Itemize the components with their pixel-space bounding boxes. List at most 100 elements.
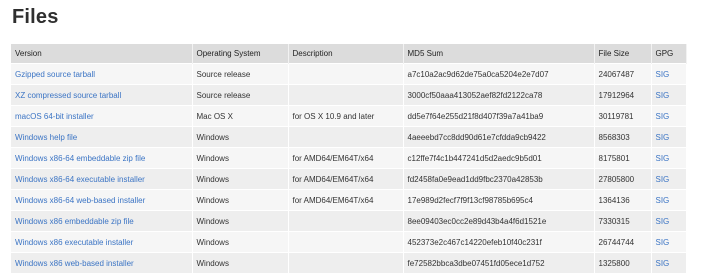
gpg-signature-link[interactable]: SIG [656,91,670,100]
gpg-signature-link[interactable]: SIG [656,133,670,142]
operating-system-cell: Windows [196,216,229,226]
operating-system-cell: Source release [196,69,251,79]
file-size-cell: 7330315 [598,216,630,226]
description-cell: for OS X 10.9 and later [292,111,375,121]
header-operating-system: Operating System [192,44,289,64]
header-gpg: GPG [651,44,687,64]
gpg-signature-link[interactable]: SIG [656,217,670,226]
file-cell: macOS 64-bit installer [11,105,193,127]
gpg-signature-link[interactable]: SIG [656,238,670,247]
file-cell: Windows help file [11,126,193,148]
gpg-signature-cell: SIG [651,189,687,211]
file-size-cell: 30119781 [598,111,634,121]
md5-sum-cell: fd2458fa0e9ead1dd9fbc2370a42853b [407,174,543,184]
md5-sum-cell: a7c10a2ac9d62de75a0ca5204e2e7d07 [407,69,549,79]
md5-sum-cell: 3000cf50aaa413052aef82fd2122ca78 [403,84,595,106]
operating-system-cell: Windows [192,168,289,190]
description-cell [288,210,404,232]
gpg-signature-link[interactable]: SIG [656,175,670,184]
md5-sum-cell: fe72582bbca3dbe07451fd05ece1d752 [407,258,545,268]
table-row: Windows x86 web-based installer Windows fe… [11,252,687,273]
gpg-signature-cell: SIG [651,105,687,127]
gpg-signature-cell: SIG [651,63,687,85]
file-size-cell: 1325800 [594,252,652,273]
file-cell: Gzipped source tarball [11,63,193,85]
file-cell: Windows x86-64 executable installer [11,168,193,190]
header-version: Version [11,44,193,64]
gpg-signature-cell: SIG [651,231,687,253]
file-size-cell: 27805800 [594,168,652,190]
table-row: Gzipped source tarball Source release a7c1… [11,63,687,85]
table-row: Windows x86-64 executable installer Windo… [11,168,687,190]
md5-sum-cell: c12ffe7f4c1b447241d5d2aedc9b5d01 [407,153,542,163]
file-size-cell: 8568303 [594,126,652,148]
md5-sum-cell: fd2458fa0e9ead1dd9fbc2370a42853b [403,168,595,190]
file-size-cell: 7330315 [594,210,652,232]
description-cell: for AMD64/EM64T/x64 [292,174,374,184]
description-cell [288,231,404,253]
md5-sum-cell: 452373e2c467c14220efeb10f40c231f [403,231,595,253]
gpg-signature-link[interactable]: SIG [656,259,670,268]
description-cell [288,252,404,273]
file-link[interactable]: macOS 64-bit installer [15,112,94,121]
table-row: Windows x86-64 web-based installer Window… [11,189,687,211]
file-size-cell: 1364136 [594,189,652,211]
file-size-cell: 30119781 [594,105,652,127]
file-link[interactable]: Windows help file [15,133,77,142]
gpg-signature-link[interactable]: SIG [656,154,670,163]
file-size-cell: 8568303 [598,132,630,142]
file-size-cell: 24067487 [598,69,635,79]
table-row: Windows x86-64 embeddable zip file Window… [11,147,687,169]
md5-sum-cell: 17e989d2fecf7f9f13cf98785b695c4 [407,195,533,205]
header-md5-sum: MD5 Sum [403,44,595,64]
operating-system-cell: Source release [196,90,251,100]
file-size-cell: 26744744 [598,237,635,247]
table-row: Windows x86 embeddable zip file Windows 8e… [11,210,687,232]
operating-system-cell: Windows [192,126,289,148]
header-row: Version Operating System Description MD5… [11,44,687,64]
files-table: Version Operating System Description MD5… [11,44,687,273]
table-row: Windows help file Windows 4aeeebd7cc8dd90d… [11,126,687,148]
gpg-signature-link[interactable]: SIG [656,112,670,121]
table-row: Windows x86 executable installer Windows 4… [11,231,687,253]
description-cell: for AMD64/EM64T/x64 [288,147,404,169]
file-size-cell: 8175801 [598,153,630,163]
table-row: XZ compressed source tarball Source relea… [11,84,687,106]
file-cell: Windows x86 web-based installer [11,252,193,273]
file-size-cell: 17912964 [594,84,652,106]
file-size-cell: 17912964 [598,90,635,100]
file-link[interactable]: Windows x86-64 web-based installer [15,196,145,205]
header-file-size: File Size [594,44,652,64]
operating-system-cell: Windows [192,210,289,232]
gpg-signature-link[interactable]: SIG [656,70,670,79]
file-link[interactable]: Windows x86-64 embeddable zip file [15,154,145,163]
file-cell: Windows x86-64 web-based installer [11,189,193,211]
md5-sum-cell: 8ee09403ec0cc2e89d43b4a4f6d1521e [403,210,595,232]
table-body: Gzipped source tarball Source release a7c1… [11,63,687,273]
file-size-cell: 24067487 [594,63,652,85]
file-link[interactable]: Gzipped source tarball [15,70,95,79]
files-panel: Files Version Operating System Descripti… [0,0,703,279]
file-size-cell: 1325800 [598,258,630,268]
operating-system-cell: Windows [196,153,229,163]
file-cell: Windows x86-64 embeddable zip file [11,147,193,169]
md5-sum-cell: c12ffe7f4c1b447241d5d2aedc9b5d01 [403,147,595,169]
description-cell: for AMD64/EM64T/x64 [292,153,374,163]
operating-system-cell: Source release [192,63,289,85]
file-link[interactable]: Windows x86 web-based installer [15,259,134,268]
header-description: Description [288,44,404,64]
operating-system-cell: Windows [192,189,289,211]
description-cell: for AMD64/EM64T/x64 [288,189,404,211]
file-link[interactable]: Windows x86 embeddable zip file [15,217,134,226]
md5-sum-cell: 4aeeebd7cc8dd90d61e7cfdda9cb9422 [407,132,546,142]
file-link[interactable]: Windows x86 executable installer [15,238,133,247]
gpg-signature-link[interactable]: SIG [656,196,670,205]
operating-system-cell: Windows [192,147,289,169]
file-link[interactable]: Windows x86-64 executable installer [15,175,145,184]
md5-sum-cell: dd5e7f64e255d21f8d407f39a7a41ba9 [403,105,595,127]
file-size-cell: 1364136 [598,195,630,205]
description-cell: for AMD64/EM64T/x64 [288,168,404,190]
md5-sum-cell: fe72582bbca3dbe07451fd05ece1d752 [403,252,595,273]
md5-sum-cell: dd5e7f64e255d21f8d407f39a7a41ba9 [407,111,544,121]
file-link[interactable]: XZ compressed source tarball [15,91,121,100]
